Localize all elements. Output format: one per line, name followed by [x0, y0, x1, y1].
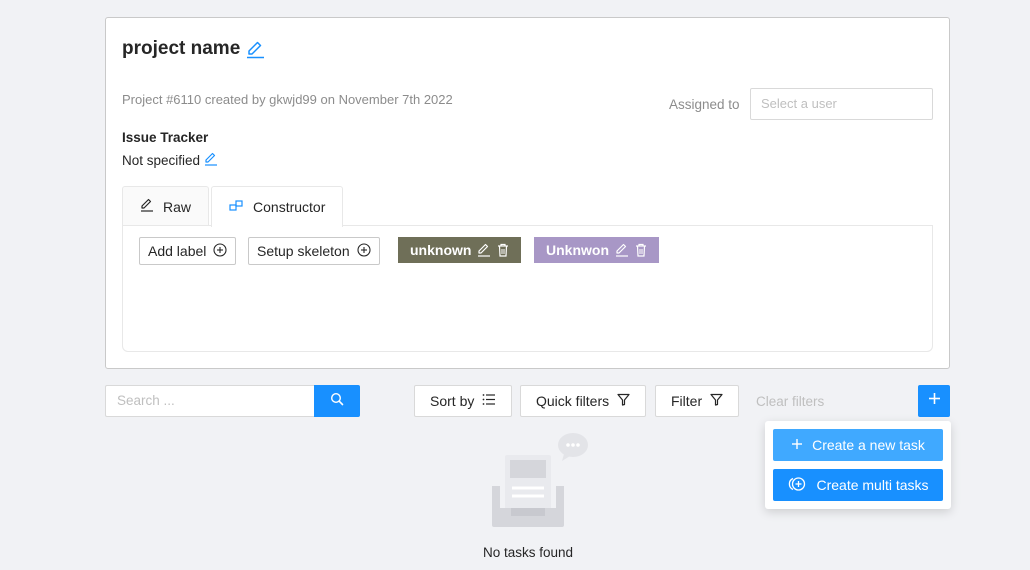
pencil-icon [140, 198, 154, 215]
filter-button[interactable]: Filter [655, 385, 740, 417]
create-multi-tasks-label: Create multi tasks [816, 477, 929, 493]
delete-label-icon[interactable] [635, 243, 647, 257]
edit-project-name-icon[interactable] [246, 40, 265, 59]
shapes-icon [229, 199, 244, 215]
label-name: Unknwon [546, 242, 609, 258]
multi-plus-circle-icon [787, 476, 807, 495]
edit-label-icon[interactable] [615, 243, 629, 257]
project-name: project name [122, 38, 241, 59]
tab-constructor-label: Constructor [253, 199, 326, 215]
search-icon [330, 392, 344, 411]
filter-label: Filter [671, 393, 703, 409]
sort-list-icon [482, 393, 496, 409]
tab-raw-label: Raw [163, 198, 192, 215]
label-tabs: Raw Constructor [122, 186, 344, 227]
funnel-icon [710, 393, 723, 409]
label-tag[interactable]: Unknwon [534, 237, 659, 263]
setup-skeleton-text: Setup skeleton [257, 243, 350, 259]
plus-icon [791, 437, 803, 453]
empty-tasks-illustration [480, 430, 595, 540]
create-multi-tasks-button[interactable]: Create multi tasks [773, 469, 943, 501]
add-label-text: Add label [148, 243, 207, 259]
constructor-panel: Add label Setup skeleton unknown Unknwon [122, 225, 933, 352]
create-new-task-button[interactable]: Create a new task [773, 429, 943, 461]
project-title-row: project name [122, 38, 265, 60]
tab-raw[interactable]: Raw [122, 186, 210, 226]
search-input[interactable]: Search ... [105, 385, 315, 417]
plus-circle-icon [357, 242, 371, 260]
edit-issue-tracker-icon[interactable] [204, 152, 218, 169]
issue-tracker-title: Issue Tracker [122, 130, 209, 145]
quick-filters-label: Quick filters [536, 393, 610, 409]
search-button[interactable] [314, 385, 360, 417]
create-task-dropdown: Create a new task Create multi tasks [765, 421, 951, 509]
assigned-to-label: Assigned to [669, 97, 740, 112]
plus-icon [928, 392, 941, 410]
plus-circle-icon [213, 242, 227, 260]
assignee-select[interactable]: Select a user [750, 88, 933, 120]
create-new-task-label: Create a new task [812, 437, 925, 453]
label-tag[interactable]: unknown [398, 237, 522, 263]
funnel-icon [617, 393, 630, 409]
issue-tracker-row: Not specified [122, 152, 218, 169]
edit-label-icon[interactable] [477, 243, 491, 257]
add-label-button[interactable]: Add label [139, 237, 237, 265]
quick-filters-button[interactable]: Quick filters [520, 385, 647, 417]
project-subtitle: Project #6110 created by gkwjd99 on Nove… [122, 92, 453, 107]
setup-skeleton-button[interactable]: Setup skeleton [248, 237, 380, 265]
sort-by-button[interactable]: Sort by [414, 385, 513, 417]
label-name: unknown [410, 242, 472, 258]
project-card: project name Project #6110 created by gk… [105, 17, 950, 369]
sort-by-label: Sort by [430, 393, 475, 409]
create-task-menu-button[interactable] [918, 385, 950, 417]
tab-constructor[interactable]: Constructor [211, 186, 344, 227]
empty-state-text: No tasks found [482, 545, 574, 560]
issue-tracker-value: Not specified [122, 153, 201, 168]
clear-filters-button[interactable]: Clear filters [756, 394, 824, 409]
delete-label-icon[interactable] [497, 243, 509, 257]
